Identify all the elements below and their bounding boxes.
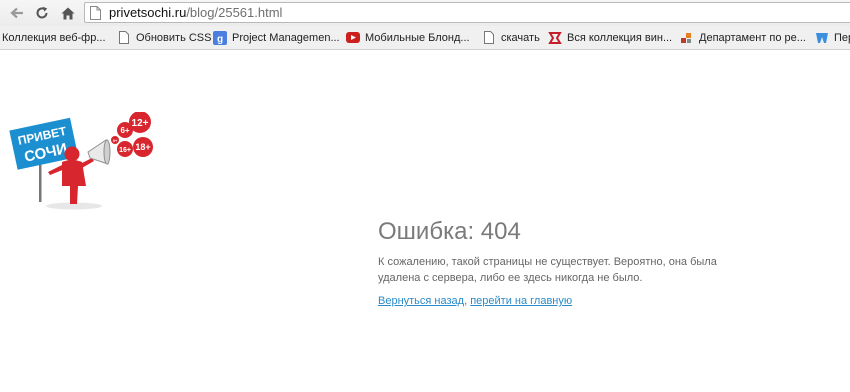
reload-button[interactable] [32,3,52,23]
bookmark-label: Департамент по ре... [699,31,806,44]
google-icon: g [213,30,227,45]
arrow-left-icon [10,7,23,19]
error-title: Ошибка: 404 [378,218,521,245]
home-icon [61,7,75,19]
site-logo[interactable]: ПРИВЕТ СОЧИ 12+ 6+ 16+ 18+ 0+ [4,111,160,212]
error-message: К сожалению, такой страницы не существуе… [378,256,717,284]
page-icon [90,5,104,21]
red-logo-icon [548,31,562,45]
url-path: /blog/25561.html [186,5,283,20]
age-badge: 16+ [119,147,131,154]
url-host: privetsochi.ru [109,5,187,20]
bookmark-item[interactable]: Вся коллекция вин... [548,26,672,49]
bookmark-item[interactable]: g Project Managemen... [213,26,340,49]
page-icon [482,31,496,45]
bookmark-item[interactable]: Мобильные Блонд... [346,26,470,49]
url-text[interactable]: privetsochi.ru/blog/25561.html [109,5,282,20]
age-badge: 6+ [120,126,129,135]
back-button[interactable] [7,3,27,23]
bookmark-item[interactable]: Пер [815,26,850,49]
go-back-link[interactable]: Вернуться назад [378,295,464,307]
bookmark-item[interactable]: скачать [482,26,540,49]
svg-text:g: g [217,34,223,45]
gear-colorful-icon [680,31,694,45]
reload-icon [36,6,48,19]
age-badge: 12+ [132,118,149,129]
browser-toolbar: privetsochi.ru/blog/25561.html [0,0,850,26]
age-badge: 18+ [135,142,150,152]
go-home-link[interactable]: перейти на главную [470,295,572,307]
error-links: Вернуться назад, перейти на главную [378,295,572,307]
bookmarks-bar: Коллекция веб-фр... Обновить CSS g Proje… [0,26,850,50]
bookmark-label: Project Managemen... [232,31,340,44]
bookmark-label: Пер [834,31,850,44]
home-button[interactable] [58,3,78,23]
bookmark-item[interactable]: Обновить CSS [117,26,211,49]
bookmark-label: Вся коллекция вин... [567,31,673,44]
privet-sochi-logo-icon: ПРИВЕТ СОЧИ 12+ 6+ 16+ 18+ 0+ [9,111,153,210]
bookmark-label: Коллекция веб-фр... [2,31,106,44]
bookmark-label: Обновить CSS [136,31,212,44]
address-bar[interactable]: privetsochi.ru/blog/25561.html [84,2,850,23]
page-icon [117,31,131,45]
bookmark-item[interactable]: Коллекция веб-фр... [2,26,106,49]
bookmark-label: Мобильные Блонд... [365,31,470,44]
youtube-icon [346,31,360,45]
bookmark-label: скачать [501,31,540,44]
bookmark-item[interactable]: Департамент по ре... [680,26,806,49]
blue-logo-icon [815,31,829,45]
age-badge: 0+ [113,138,118,143]
